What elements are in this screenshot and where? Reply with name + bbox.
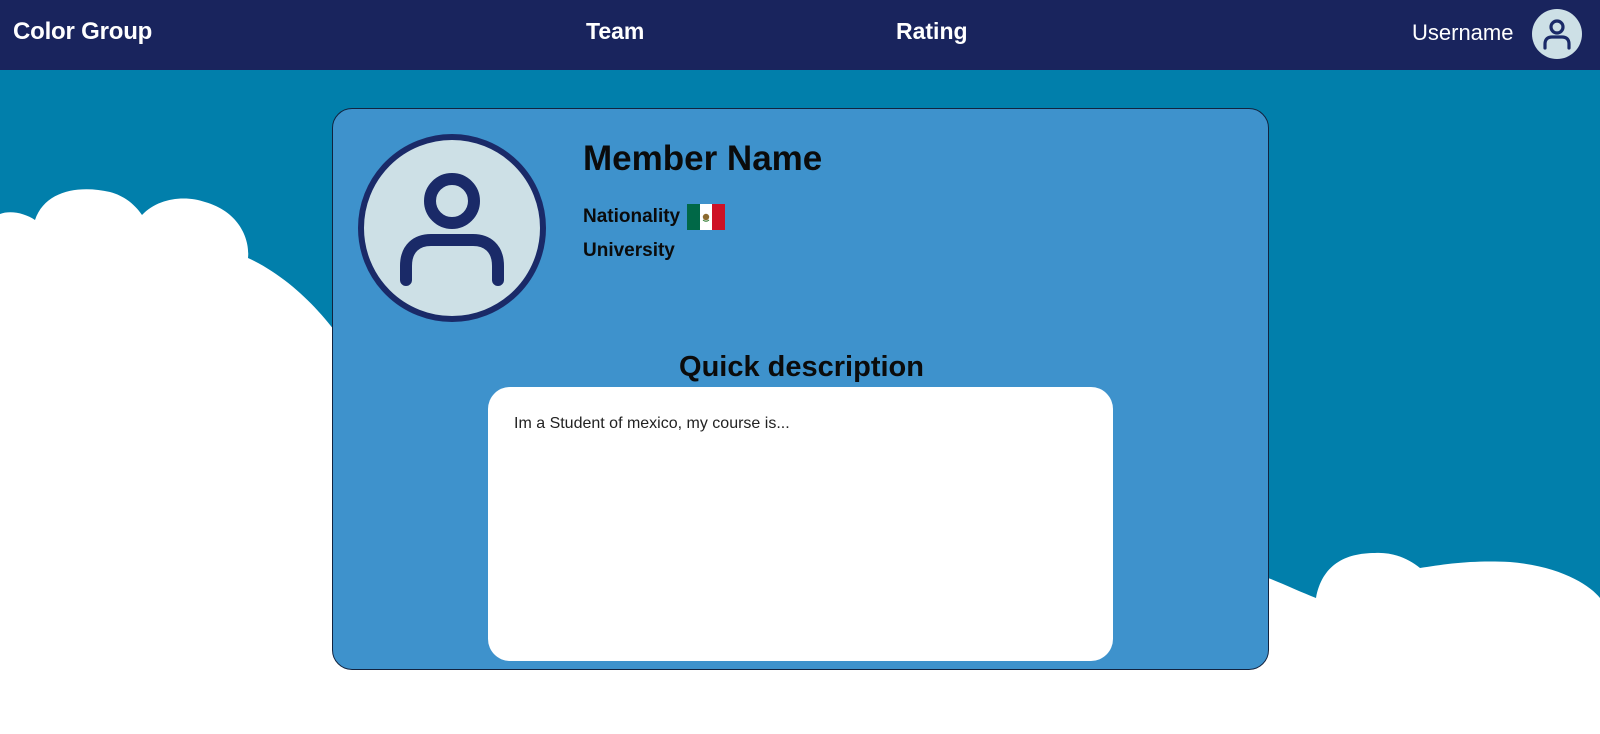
mexico-flag-icon [687,204,726,230]
nationality-label: Nationality [583,206,681,227]
description-text: Im a Student of mexico, my course is... [514,415,790,432]
quick-description-title: Quick description [679,351,924,383]
profile-picture [358,134,546,322]
username-label[interactable]: Username [1412,20,1513,46]
nationality-row: Nationality [583,204,726,230]
description-textbox[interactable]: Im a Student of mexico, my course is... [488,387,1113,661]
nav-link-team[interactable]: Team [586,18,644,45]
user-icon [1543,19,1571,50]
top-navbar: Color Group Team Rating Username [0,0,1600,70]
user-avatar-button[interactable] [1532,9,1582,59]
university-label: University [583,240,675,261]
member-card: Member Name Nationality University Quick… [332,108,1269,670]
member-name: Member Name [583,139,823,178]
user-icon [400,173,504,286]
nav-link-rating[interactable]: Rating [896,18,968,45]
brand-logo-text[interactable]: Color Group [13,18,152,46]
